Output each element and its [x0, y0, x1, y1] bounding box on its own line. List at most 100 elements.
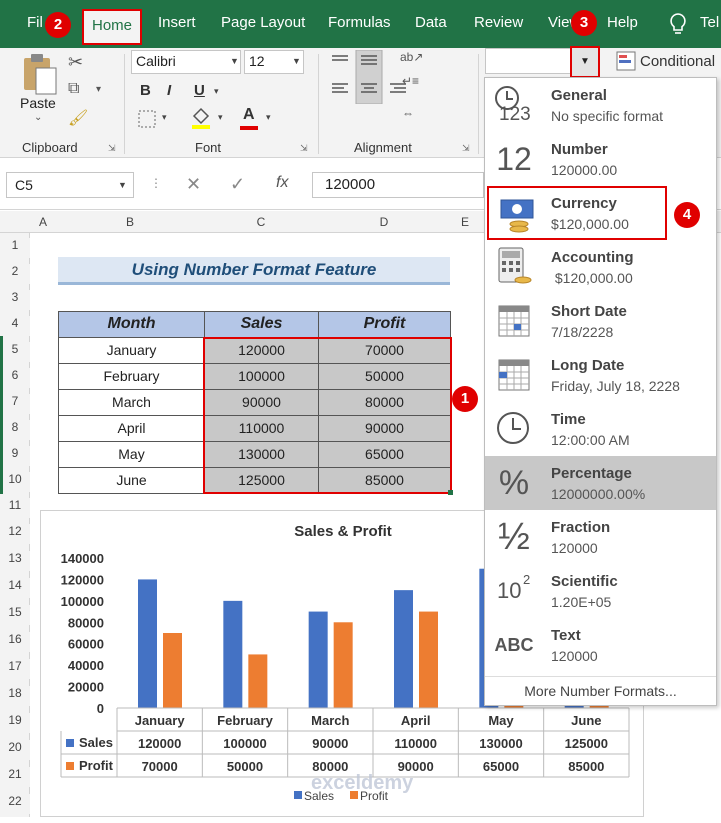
tab-formulas[interactable]: Formulas	[328, 14, 391, 31]
x-category-label: May	[488, 713, 514, 728]
format-item-accounting[interactable]: Accounting $120,000.00	[485, 240, 716, 294]
merge-icon[interactable]: ⇔	[402, 106, 414, 120]
column-header-d[interactable]: D	[318, 215, 450, 229]
row-header[interactable]: 1	[0, 238, 30, 258]
conditional-formatting-label[interactable]: Conditional	[640, 53, 715, 70]
row-header[interactable]: 14	[0, 578, 30, 598]
column-header-b[interactable]: B	[56, 215, 204, 229]
more-number-formats-link[interactable]: More Number Formats...	[485, 676, 716, 706]
row-header[interactable]: 13	[0, 551, 30, 571]
row-header[interactable]: 22	[0, 794, 30, 814]
sheet-title[interactable]: Using Number Format Feature	[58, 257, 450, 285]
name-box-chevron-icon[interactable]: ▼	[118, 180, 127, 190]
tab-tell-me[interactable]: Tel	[700, 14, 719, 31]
fill-color-icon[interactable]	[190, 106, 212, 130]
table-header-cell[interactable]: Profit	[318, 311, 451, 338]
table-cell[interactable]: June	[58, 467, 205, 494]
tab-file[interactable]: Fil	[27, 14, 43, 31]
format-item-scientific[interactable]: 10 2 Scientific 1.20E+05	[485, 564, 716, 618]
row-header[interactable]: 3	[0, 290, 30, 310]
paste-icon[interactable]	[20, 52, 60, 96]
format-item-text[interactable]: ABC Text 120000	[485, 618, 716, 672]
x-category-label: January	[135, 713, 186, 728]
copy-chevron-icon[interactable]: ▾	[96, 84, 101, 95]
table-cell[interactable]: April	[58, 415, 205, 442]
copy-icon[interactable]: ⧉	[68, 80, 79, 98]
column-header-a[interactable]: A	[30, 215, 56, 229]
paste-label[interactable]: Paste	[20, 95, 56, 111]
format-item-currency[interactable]: Currency $120,000.00	[487, 186, 667, 240]
font-color-chevron-icon[interactable]: ▾	[266, 112, 271, 123]
format-item-number[interactable]: 12 Number 120000.00	[485, 132, 716, 186]
row-header[interactable]: 5	[0, 342, 30, 362]
format-item-percentage[interactable]: % Percentage 12000000.00%	[485, 456, 716, 510]
row-header[interactable]: 8	[0, 420, 30, 440]
row-header[interactable]: 10	[0, 472, 30, 492]
tab-home[interactable]: Home	[82, 9, 142, 45]
formula-input[interactable]: 120000	[312, 172, 484, 198]
row-header[interactable]: 17	[0, 659, 30, 679]
row-header[interactable]: 12	[0, 524, 30, 544]
table-header-cell[interactable]: Month	[58, 311, 205, 338]
format-item-time[interactable]: Time 12:00:00 AM	[485, 402, 716, 456]
table-header-cell[interactable]: Sales	[204, 311, 319, 338]
row-header[interactable]: 2	[0, 264, 30, 284]
wrap-text-icon[interactable]: ↵≡	[402, 74, 419, 88]
tab-page-layout[interactable]: Page Layout	[221, 14, 305, 31]
row-header[interactable]: 20	[0, 740, 30, 760]
insert-function-icon[interactable]: fx	[276, 174, 288, 192]
bold-button[interactable]: B	[140, 82, 151, 99]
underline-chevron-icon[interactable]: ▾	[214, 86, 219, 97]
format-item-long-date[interactable]: Long Date Friday, July 18, 2228	[485, 348, 716, 402]
table-cell[interactable]: January	[58, 337, 205, 364]
format-name: Number	[551, 141, 608, 158]
borders-chevron-icon[interactable]: ▾	[162, 112, 167, 123]
column-header-e[interactable]: E	[450, 215, 480, 229]
number-format-dropdown-button[interactable]: ▼	[570, 46, 600, 78]
row-header[interactable]: 19	[0, 713, 30, 733]
column-header-c[interactable]: C	[204, 215, 318, 229]
alignment-launcher-icon[interactable]: ⇲	[462, 143, 470, 154]
row-header[interactable]: 16	[0, 632, 30, 652]
cancel-icon[interactable]: ✕	[186, 174, 201, 195]
font-name-chevron-icon[interactable]: ▼	[230, 56, 239, 66]
lightbulb-icon[interactable]	[668, 12, 688, 36]
italic-button[interactable]: I	[167, 82, 171, 99]
format-item-general[interactable]: 123 General No specific format	[485, 78, 716, 132]
tab-help[interactable]: Help	[607, 14, 638, 31]
paste-chevron-icon[interactable]: ⌄	[34, 112, 42, 123]
alignment-buttons[interactable]	[326, 50, 441, 104]
row-header[interactable]: 18	[0, 686, 30, 706]
conditional-formatting-icon[interactable]	[616, 51, 636, 71]
font-name-box[interactable]: Calibri	[131, 50, 241, 74]
fill-color-chevron-icon[interactable]: ▾	[218, 112, 223, 123]
font-size-chevron-icon[interactable]: ▼	[292, 56, 301, 66]
name-box[interactable]: C5	[6, 172, 134, 198]
font-color-icon[interactable]: A	[243, 106, 255, 124]
row-header[interactable]: 6	[0, 368, 30, 388]
clipboard-launcher-icon[interactable]: ⇲	[108, 143, 116, 154]
format-item-fraction[interactable]: ½ Fraction 120000	[485, 510, 716, 564]
tab-data[interactable]: Data	[415, 14, 447, 31]
number-format-box[interactable]	[485, 48, 573, 74]
row-header[interactable]: 4	[0, 316, 30, 336]
format-item-short-date[interactable]: Short Date 7/18/2228	[485, 294, 716, 348]
fill-handle[interactable]	[448, 490, 453, 495]
tab-review[interactable]: Review	[474, 14, 523, 31]
row-header[interactable]: 9	[0, 446, 30, 466]
borders-icon[interactable]	[138, 110, 156, 128]
format-painter-icon[interactable]: 🖌	[68, 108, 88, 128]
font-launcher-icon[interactable]: ⇲	[300, 143, 308, 154]
row-header[interactable]: 15	[0, 605, 30, 625]
underline-button[interactable]: U	[194, 82, 205, 99]
table-cell[interactable]: May	[58, 441, 205, 468]
row-header[interactable]: 7	[0, 394, 30, 414]
row-header[interactable]: 11	[0, 498, 30, 518]
row-header[interactable]: 21	[0, 767, 30, 787]
orientation-icon[interactable]: ab↗	[400, 50, 423, 64]
table-cell[interactable]: February	[58, 363, 205, 390]
cut-icon[interactable]: ✂	[68, 52, 83, 73]
table-cell[interactable]: March	[58, 389, 205, 416]
tab-insert[interactable]: Insert	[158, 14, 196, 31]
enter-icon[interactable]: ✓	[230, 174, 245, 195]
